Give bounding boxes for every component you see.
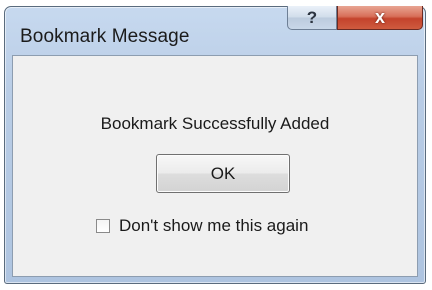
ok-button[interactable]: OK [156,154,290,193]
message-text: Bookmark Successfully Added [100,114,330,133]
title-bar[interactable]: Bookmark Message ? x [5,6,425,55]
dont-show-again-checkbox[interactable] [96,219,110,233]
dont-show-again-option[interactable]: Don't show me this again [96,216,308,236]
close-button[interactable]: x [337,6,423,30]
help-icon: ? [306,7,318,27]
help-button[interactable]: ? [287,6,337,30]
dont-show-again-label[interactable]: Don't show me this again [119,216,308,236]
dialog-title: Bookmark Message [20,26,190,47]
bookmark-message-dialog: Bookmark Message ? x Bookmark Successful… [4,6,426,284]
close-icon: x [374,7,385,27]
ok-button-label: OK [210,163,236,183]
dialog-body: Bookmark Successfully Added OK Don't sho… [12,55,418,277]
